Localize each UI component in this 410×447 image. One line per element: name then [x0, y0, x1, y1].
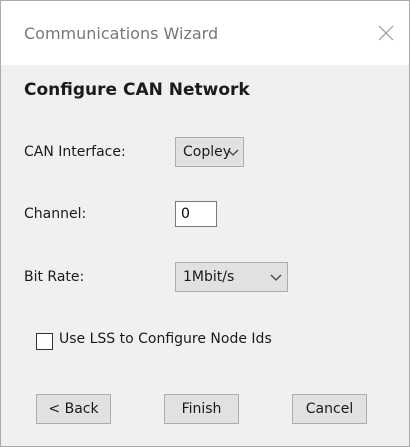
dialog-content: Configure CAN Network CAN Interface: Cop…: [1, 65, 409, 446]
finish-button[interactable]: Finish: [164, 394, 239, 424]
title-bar: Communications Wizard: [1, 1, 409, 65]
page-heading: Configure CAN Network: [24, 80, 250, 100]
lss-checkbox[interactable]: [36, 333, 53, 350]
back-button[interactable]: < Back: [36, 394, 111, 424]
bit-rate-label: Bit Rate:: [24, 269, 85, 285]
can-interface-label: CAN Interface:: [24, 144, 126, 160]
chevron-down-icon: [227, 149, 239, 156]
channel-input[interactable]: 0: [175, 201, 217, 227]
can-interface-value: Copley: [183, 144, 232, 160]
close-icon: [378, 25, 394, 41]
lss-checkbox-label[interactable]: Use LSS to Configure Node Ids: [59, 331, 272, 347]
channel-value: 0: [181, 206, 190, 222]
can-interface-dropdown[interactable]: Copley: [175, 137, 244, 167]
cancel-button[interactable]: Cancel: [292, 394, 367, 424]
window-title: Communications Wizard: [24, 24, 219, 43]
chevron-down-icon: [270, 274, 282, 281]
bit-rate-dropdown[interactable]: 1Mbit/s: [175, 262, 288, 292]
close-button[interactable]: [373, 18, 399, 48]
bit-rate-value: 1Mbit/s: [183, 269, 235, 285]
wizard-dialog: Communications Wizard Configure CAN Netw…: [0, 0, 410, 447]
channel-label: Channel:: [24, 206, 87, 222]
